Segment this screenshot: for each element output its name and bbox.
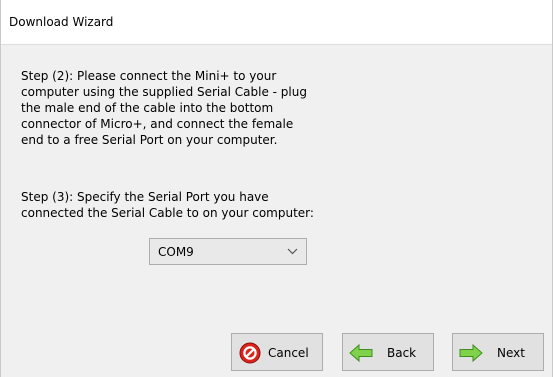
window-title: Download Wizard bbox=[9, 15, 114, 29]
cancel-button-label: Cancel bbox=[268, 346, 309, 360]
cancel-button[interactable]: Cancel bbox=[231, 333, 323, 371]
next-button-label: Next bbox=[497, 346, 525, 360]
serial-port-value: COM9 bbox=[158, 245, 194, 259]
serial-port-select[interactable]: COM9 bbox=[149, 238, 307, 265]
title-bar: Download Wizard bbox=[1, 0, 552, 45]
cancel-icon bbox=[239, 342, 261, 364]
back-button-label: Back bbox=[387, 346, 417, 360]
arrow-left-icon bbox=[349, 343, 373, 363]
step3-instructions: Step (3): Specify the Serial Port you ha… bbox=[21, 190, 314, 220]
arrow-right-icon bbox=[459, 343, 483, 363]
download-wizard-window: Download Wizard Step (2): Please connect… bbox=[0, 0, 553, 377]
next-button[interactable]: Next bbox=[452, 333, 544, 371]
step2-instructions: Step (2): Please connect the Mini+ to yo… bbox=[21, 69, 307, 147]
chevron-down-icon bbox=[287, 248, 298, 255]
back-button[interactable]: Back bbox=[342, 333, 434, 371]
